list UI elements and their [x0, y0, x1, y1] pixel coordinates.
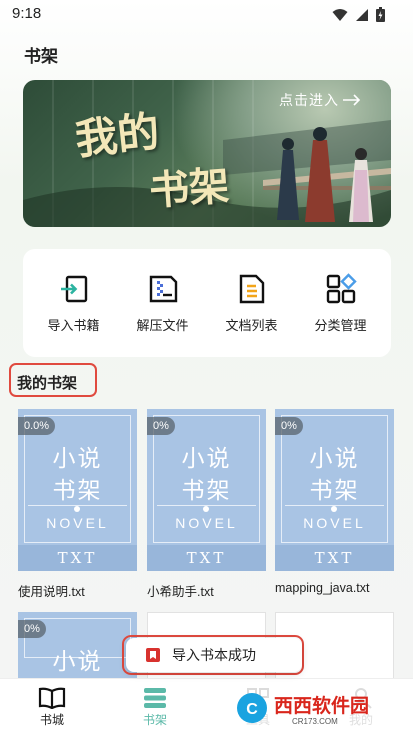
toast-text: 导入书本成功 [172, 648, 256, 664]
cover-format-text: TXT [186, 549, 227, 567]
document-list-icon [239, 274, 264, 303]
book-item[interactable]: 小说 书架 NOVEL TXT 0% mapping_java.txt [275, 409, 394, 595]
cover-format-text: TXT [57, 549, 98, 567]
cover-dot [203, 506, 209, 512]
nav-label: 书架 [142, 713, 167, 727]
arrow-right-icon [343, 94, 361, 106]
toast: 导入书本成功 [126, 638, 302, 672]
watermark-text: 西西软件园 [274, 694, 369, 717]
book-item[interactable]: 小说 书架 NOVEL TXT 0% 小希助手.txt [147, 409, 266, 600]
tool-unzip-files[interactable]: 解压文件 [123, 273, 203, 334]
cover-dot [331, 506, 337, 512]
tool-card: 导入书籍 解压文件 文档列表 分类管理 [23, 249, 391, 357]
progress-badge: 0% [18, 620, 46, 638]
banner-figures-illustration [263, 127, 391, 222]
progress-badge: 0.0% [18, 417, 56, 435]
book-cover: 小说 0% [18, 612, 137, 686]
cover-novel-text: NOVEL [46, 515, 109, 531]
battery-icon [376, 7, 385, 22]
book-cover: 小说 书架 NOVEL TXT 0.0% [18, 409, 137, 571]
nav-label: 书城 [39, 713, 64, 727]
book-red-icon [146, 648, 160, 662]
cover-novel-text: NOVEL [175, 515, 238, 531]
signal-icon [356, 8, 368, 21]
unzip-icon [149, 275, 177, 302]
status-icons [332, 7, 385, 22]
book-name: mapping_java.txt [275, 581, 370, 595]
page-title: 书架 [24, 47, 58, 67]
cover-format-text: TXT [314, 549, 355, 567]
book-cover: 小说 书架 NOVEL TXT 0% [275, 409, 394, 571]
tool-category-management[interactable]: 分类管理 [301, 272, 381, 334]
book-item[interactable]: 小说 0% [18, 612, 137, 686]
cover-title-line2: 书架 [309, 478, 360, 504]
wifi-icon [332, 8, 348, 21]
svg-text:C: C [246, 701, 258, 718]
cover-title-line2: 书架 [181, 478, 232, 504]
cover-dot [74, 506, 80, 512]
tool-label: 导入书籍 [47, 318, 100, 334]
nav-item-bookstore[interactable]: 书城 [22, 687, 82, 728]
tool-document-list[interactable]: 文档列表 [212, 273, 292, 334]
cover-novel-text: NOVEL [303, 515, 366, 531]
cover-title-line1: 小说 [181, 446, 232, 472]
cover-title-line1: 小说 [52, 649, 103, 675]
nav-item-bookshelf[interactable]: 书架 [125, 687, 185, 728]
progress-badge: 0% [275, 417, 303, 435]
progress-badge: 0% [147, 417, 175, 435]
tool-label: 分类管理 [314, 318, 367, 334]
tool-label: 文档列表 [225, 318, 278, 334]
book-item[interactable]: 小说 书架 NOVEL TXT 0.0% 使用说明.txt [18, 409, 137, 600]
category-icon [326, 272, 357, 303]
status-time: 9:18 [12, 5, 42, 22]
site-watermark: C 西西软件园 CR173.COM [232, 688, 408, 728]
book-cover: 小说 书架 NOVEL TXT 0% [147, 409, 266, 571]
bookshelf-icon [144, 688, 166, 708]
book-name: 小希助手.txt [147, 585, 214, 599]
watermark-sub: CR173.COM [292, 717, 338, 726]
section-title: 我的书架 [17, 374, 78, 392]
book-open-icon [38, 687, 66, 709]
banner-enter-link[interactable]: 点击进入 [279, 90, 361, 110]
tool-label: 解压文件 [136, 318, 189, 334]
banner-enter-label: 点击进入 [279, 93, 339, 109]
banner-title-line2: 书架 [147, 162, 231, 215]
cover-title-line1: 小说 [52, 446, 103, 472]
cover-title-line2: 书架 [52, 478, 103, 504]
banner-title-line1: 我的 [72, 106, 162, 165]
import-icon [60, 275, 87, 302]
book-name: 使用说明.txt [18, 585, 85, 599]
cover-title-line1: 小说 [309, 446, 360, 472]
tool-import-books[interactable]: 导入书籍 [34, 273, 114, 334]
bookshelf-banner[interactable]: 点击进入 我的 书架 [23, 80, 391, 227]
status-bar: 9:18 [0, 0, 413, 30]
